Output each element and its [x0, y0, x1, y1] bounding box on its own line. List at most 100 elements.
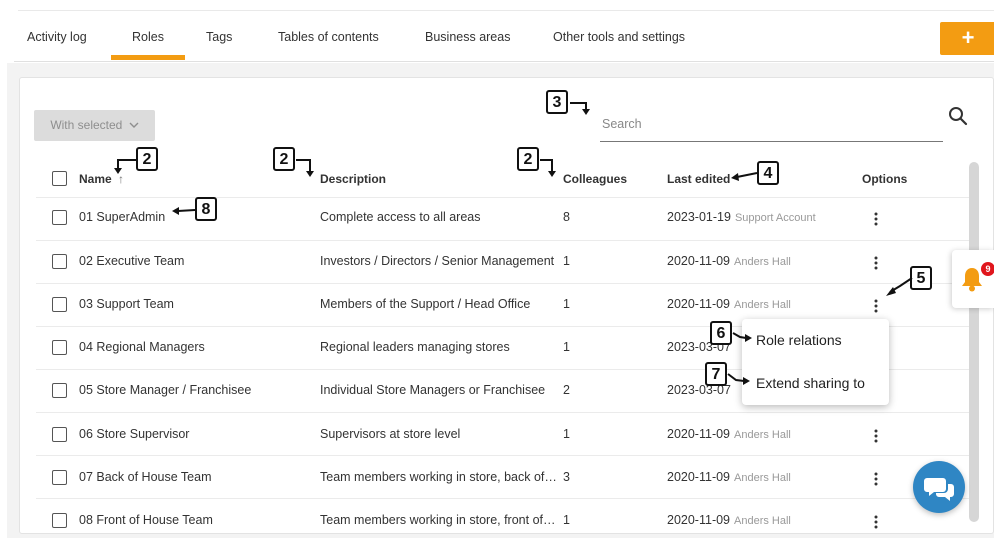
- name-column-header[interactable]: Name ↑: [79, 172, 124, 186]
- table-scrollbar[interactable]: [969, 162, 979, 522]
- description-column-header[interactable]: Description: [320, 172, 386, 186]
- role-description: Team members working in store, back of h…: [320, 470, 558, 484]
- active-tab-indicator: [111, 55, 185, 60]
- role-last-edited: 2020-11-09 Anders Hall: [667, 297, 791, 311]
- tab-activity-log[interactable]: Activity log: [27, 11, 87, 61]
- role-last-edited: 2020-11-09 Anders Hall: [667, 427, 791, 441]
- tab-other-tools[interactable]: Other tools and settings: [553, 11, 685, 61]
- role-colleagues: 3: [563, 470, 570, 484]
- role-colleagues: 1: [563, 427, 570, 441]
- role-last-edited: 2020-11-09 Anders Hall: [667, 470, 791, 484]
- role-name[interactable]: 01 SuperAdmin: [79, 210, 165, 224]
- role-colleagues: 1: [563, 254, 570, 268]
- edit-date: 2020-11-09: [667, 427, 731, 441]
- edit-date: 2020-11-09: [667, 513, 731, 527]
- kebab-menu-icon[interactable]: [874, 472, 878, 486]
- editor-name: Support Account: [734, 212, 816, 224]
- role-description: Complete access to all areas: [320, 210, 481, 224]
- notification-count-badge: 9: [981, 262, 994, 276]
- row-divider: [36, 412, 973, 413]
- roles-card: With selected Name ↑ Description Colleag…: [19, 77, 994, 534]
- role-last-edited: 2023-01-19 Support Account: [667, 210, 816, 224]
- role-name[interactable]: 02 Executive Team: [79, 254, 184, 268]
- role-last-edited: 2020-11-09 Anders Hall: [667, 254, 791, 268]
- edit-date: 2020-11-09: [667, 254, 731, 268]
- role-last-edited: 2020-11-09 Anders Hall: [667, 513, 791, 527]
- row-divider: [36, 455, 973, 456]
- edit-date: 2023-01-19: [667, 210, 731, 224]
- callout-2-name: 2: [136, 147, 158, 171]
- chevron-down-icon: [129, 122, 139, 129]
- row-divider: [36, 283, 973, 284]
- kebab-menu-icon[interactable]: [874, 256, 878, 270]
- tab-divider: [14, 61, 994, 62]
- row-divider: [36, 498, 973, 499]
- menu-item-role-relations[interactable]: Role relations: [756, 332, 842, 348]
- editor-name: Anders Hall: [734, 515, 791, 527]
- editor-name: Anders Hall: [734, 429, 791, 441]
- search-icon[interactable]: [948, 106, 968, 126]
- chat-bubbles-icon: [924, 478, 954, 501]
- options-column-header: Options: [862, 172, 908, 186]
- callout-6-role-relations: 6: [710, 321, 732, 345]
- role-name[interactable]: 07 Back of House Team: [79, 470, 211, 484]
- add-button[interactable]: +: [940, 22, 994, 55]
- name-header-label: Name: [79, 172, 112, 186]
- colleagues-column-header[interactable]: Colleagues: [563, 172, 627, 186]
- role-name[interactable]: 06 Store Supervisor: [79, 427, 189, 441]
- role-colleagues: 2: [563, 383, 570, 397]
- role-name[interactable]: 08 Front of House Team: [79, 513, 213, 527]
- sort-ascending-icon: ↑: [118, 172, 125, 186]
- editor-name: Anders Hall: [734, 256, 791, 268]
- row-checkbox[interactable]: [52, 210, 67, 225]
- row-options-menu: Role relations Extend sharing to: [742, 319, 889, 405]
- tab-business-areas[interactable]: Business areas: [425, 11, 510, 61]
- chat-button[interactable]: [913, 461, 965, 513]
- callout-2-colleagues: 2: [517, 147, 539, 171]
- role-colleagues: 8: [563, 210, 570, 224]
- role-name[interactable]: 05 Store Manager / Franchisee: [79, 383, 251, 397]
- kebab-menu-icon[interactable]: [874, 515, 878, 529]
- role-description: Team members working in store, front of …: [320, 513, 558, 527]
- tab-tables-of-contents[interactable]: Tables of contents: [278, 11, 379, 61]
- search-input[interactable]: [600, 102, 943, 142]
- callout-7-extend-sharing: 7: [705, 362, 727, 386]
- callout-2-description: 2: [273, 147, 295, 171]
- edit-date: 2020-11-09: [667, 470, 731, 484]
- role-colleagues: 1: [563, 513, 570, 527]
- callout-5-options: 5: [910, 266, 932, 290]
- row-checkbox[interactable]: [52, 383, 67, 398]
- tab-tags[interactable]: Tags: [206, 11, 232, 61]
- row-divider: [36, 197, 973, 198]
- role-description: Members of the Support / Head Office: [320, 297, 531, 311]
- with-selected-dropdown[interactable]: With selected: [34, 110, 155, 141]
- role-name[interactable]: 03 Support Team: [79, 297, 174, 311]
- with-selected-label: With selected: [50, 118, 123, 132]
- menu-item-extend-sharing[interactable]: Extend sharing to: [756, 375, 865, 391]
- kebab-menu-icon[interactable]: [874, 429, 878, 443]
- row-checkbox[interactable]: [52, 297, 67, 312]
- kebab-menu-icon[interactable]: [874, 212, 878, 226]
- callout-3-search: 3: [546, 90, 568, 114]
- row-checkbox[interactable]: [52, 470, 67, 485]
- row-checkbox[interactable]: [52, 340, 67, 355]
- role-description: Investors / Directors / Senior Managemen…: [320, 254, 555, 268]
- edit-date: 2020-11-09: [667, 297, 731, 311]
- callout-8-role-name: 8: [195, 197, 217, 221]
- row-checkbox[interactable]: [52, 254, 67, 269]
- row-checkbox[interactable]: [52, 427, 67, 442]
- row-divider: [36, 240, 973, 241]
- role-description: Individual Store Managers or Franchisee: [320, 383, 546, 397]
- role-description: Supervisors at store level: [320, 427, 461, 441]
- role-description: Regional leaders managing stores: [320, 340, 510, 354]
- editor-name: Anders Hall: [734, 299, 791, 311]
- role-colleagues: 1: [563, 297, 570, 311]
- role-name[interactable]: 04 Regional Managers: [79, 340, 205, 354]
- role-colleagues: 1: [563, 340, 570, 354]
- row-checkbox[interactable]: [52, 513, 67, 528]
- tab-roles[interactable]: Roles: [132, 11, 164, 61]
- select-all-checkbox[interactable]: [52, 171, 67, 186]
- last-edited-column-header[interactable]: Last edited: [667, 172, 730, 186]
- callout-4-last-edited: 4: [757, 161, 779, 185]
- kebab-menu-icon[interactable]: [874, 299, 878, 313]
